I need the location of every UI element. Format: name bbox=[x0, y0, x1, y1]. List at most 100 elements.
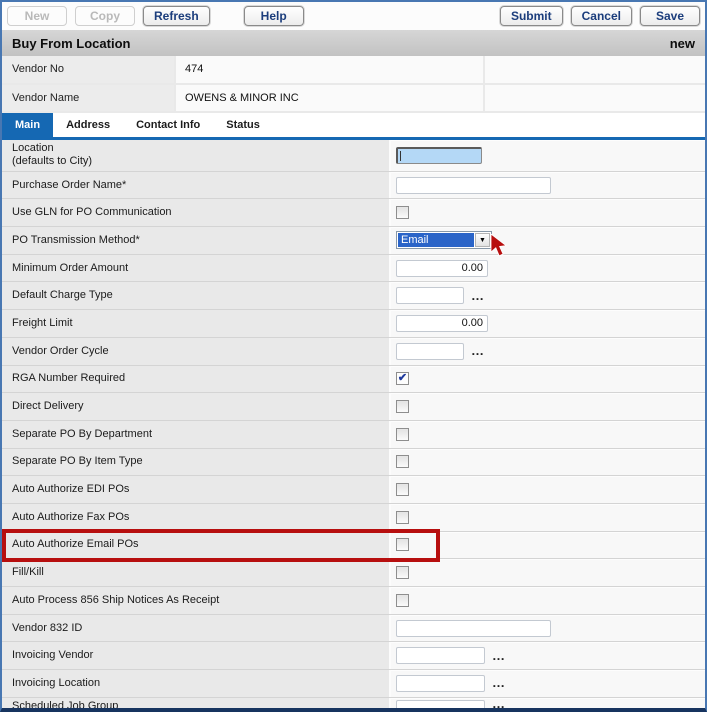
auto-process-856-ship-notices-as-receipt-checkbox[interactable] bbox=[396, 594, 409, 607]
vendor-row: Vendor No474 bbox=[2, 56, 705, 85]
dropdown-arrow-icon[interactable]: ▼ bbox=[475, 233, 490, 247]
form-row-fill-kill: Fill/Kill bbox=[2, 559, 705, 587]
form-row-minimum-order-amount: Minimum Order Amount 0.00 bbox=[2, 255, 705, 283]
invoicing-location-input[interactable] bbox=[396, 675, 485, 692]
field-label: Auto Authorize Email POs bbox=[2, 532, 391, 559]
scheduled-job-group-lookup-button[interactable]: … bbox=[492, 700, 506, 708]
separate-po-by-item-type-checkbox[interactable] bbox=[396, 455, 409, 468]
direct-delivery-checkbox[interactable] bbox=[396, 400, 409, 413]
vendor-name-label: Vendor Name bbox=[2, 85, 176, 112]
selected-option: Email bbox=[398, 233, 474, 247]
vendor-832-id-input[interactable] bbox=[396, 620, 551, 637]
page-header: Buy From Location new bbox=[2, 30, 705, 56]
field-label: Vendor 832 ID bbox=[2, 615, 391, 642]
form-row-default-charge-type: Default Charge Type … bbox=[2, 282, 705, 310]
tab-address[interactable]: Address bbox=[53, 113, 123, 137]
toolbar: New Copy Refresh Help Submit Cancel Save bbox=[2, 2, 705, 30]
fill-kill-checkbox[interactable] bbox=[396, 566, 409, 579]
default-charge-type-lookup-button[interactable]: … bbox=[471, 292, 485, 300]
field-label: Auto Process 856 Ship Notices As Receipt bbox=[2, 587, 391, 614]
form-row-po-transmission-method: PO Transmission Method* Email▼ bbox=[2, 227, 705, 255]
field-label: Invoicing Vendor bbox=[2, 642, 391, 669]
tab-contact-info[interactable]: Contact Info bbox=[123, 113, 213, 137]
field-label: Scheduled Job Group bbox=[2, 698, 391, 712]
form-row-vendor-832-id: Vendor 832 ID bbox=[2, 615, 705, 643]
form-row-auto-process-856-ship-notices-as-receipt: Auto Process 856 Ship Notices As Receipt bbox=[2, 587, 705, 615]
vendor-order-cycle-lookup-button[interactable]: … bbox=[471, 347, 485, 355]
checkmark-icon: ✔ bbox=[398, 371, 407, 384]
field-label: Invoicing Location bbox=[2, 670, 391, 697]
scheduled-job-group-input[interactable] bbox=[396, 700, 485, 712]
copy-button[interactable]: Copy bbox=[75, 6, 135, 26]
purchase-order-name-input[interactable] bbox=[396, 177, 551, 194]
freight-limit-input[interactable]: 0.00 bbox=[396, 315, 488, 332]
field-label: Location(defaults to City) bbox=[2, 140, 391, 171]
field-label: Minimum Order Amount bbox=[2, 255, 391, 282]
minimum-order-amount-input[interactable]: 0.00 bbox=[396, 260, 488, 277]
default-charge-type-input[interactable] bbox=[396, 287, 464, 304]
form-row-freight-limit: Freight Limit 0.00 bbox=[2, 310, 705, 338]
field-label: PO Transmission Method* bbox=[2, 227, 391, 254]
field-label: Vendor Order Cycle bbox=[2, 338, 391, 365]
auto-authorize-fax-pos-checkbox[interactable] bbox=[396, 511, 409, 524]
field-label: Freight Limit bbox=[2, 310, 391, 337]
field-label: Fill/Kill bbox=[2, 559, 391, 586]
form-row-direct-delivery: Direct Delivery bbox=[2, 393, 705, 421]
field-label: Use GLN for PO Communication bbox=[2, 199, 391, 226]
save-button[interactable]: Save bbox=[640, 6, 700, 26]
field-sublabel: (defaults to City) bbox=[12, 155, 389, 168]
refresh-button[interactable]: Refresh bbox=[143, 6, 210, 26]
location-input[interactable] bbox=[396, 147, 482, 164]
field-label: Separate PO By Department bbox=[2, 421, 391, 448]
vendor-order-cycle-input[interactable] bbox=[396, 343, 464, 360]
form-row-auto-authorize-fax-pos: Auto Authorize Fax POs bbox=[2, 504, 705, 532]
auto-authorize-edi-pos-checkbox[interactable] bbox=[396, 483, 409, 496]
form-row-vendor-order-cycle: Vendor Order Cycle … bbox=[2, 338, 705, 366]
form-row-use-gln-for-po-communication: Use GLN for PO Communication bbox=[2, 199, 705, 227]
form-row-scheduled-job-group: Scheduled Job Group … bbox=[2, 698, 705, 712]
help-button[interactable]: Help bbox=[244, 6, 304, 26]
field-label: Separate PO By Item Type bbox=[2, 449, 391, 476]
vendor-name-value: OWENS & MINOR INC bbox=[176, 85, 485, 112]
tab-bar: MainAddressContact InfoStatus bbox=[2, 113, 705, 137]
invoicing-vendor-input[interactable] bbox=[396, 647, 485, 664]
form-row-separate-po-by-department: Separate PO By Department bbox=[2, 421, 705, 449]
form-row-separate-po-by-item-type: Separate PO By Item Type bbox=[2, 449, 705, 477]
toolbar-left-group: New Copy Refresh Help bbox=[7, 6, 304, 26]
main-tab-form: Location(defaults to City)Purchase Order… bbox=[2, 140, 705, 712]
form-row-purchase-order-name: Purchase Order Name* bbox=[2, 172, 705, 200]
buy-from-location-window: New Copy Refresh Help Submit Cancel Save Buy … bbox=[0, 0, 707, 712]
invoicing-vendor-lookup-button[interactable]: … bbox=[492, 652, 506, 660]
field-label: Purchase Order Name* bbox=[2, 172, 391, 199]
vendor-summary-grid: Vendor No474Vendor NameOWENS & MINOR INC bbox=[2, 56, 705, 113]
use-gln-for-po-communication-checkbox[interactable] bbox=[396, 206, 409, 219]
tab-main[interactable]: Main bbox=[2, 113, 53, 137]
separate-po-by-department-checkbox[interactable] bbox=[396, 428, 409, 441]
toolbar-right-group: Submit Cancel Save bbox=[500, 6, 700, 26]
invoicing-location-lookup-button[interactable]: … bbox=[492, 679, 506, 687]
form-row-auto-authorize-edi-pos: Auto Authorize EDI POs bbox=[2, 476, 705, 504]
tab-status[interactable]: Status bbox=[213, 113, 273, 137]
po-transmission-method-select[interactable]: Email▼ bbox=[396, 231, 492, 249]
page-title: Buy From Location bbox=[12, 36, 130, 51]
form-row-auto-authorize-email-pos: Auto Authorize Email POs bbox=[2, 532, 705, 560]
form-row-invoicing-location: Invoicing Location … bbox=[2, 670, 705, 698]
field-label: Default Charge Type bbox=[2, 282, 391, 309]
auto-authorize-email-pos-checkbox[interactable] bbox=[396, 538, 409, 551]
vendor-no-value: 474 bbox=[176, 56, 485, 83]
vendor-row-extra-cell bbox=[485, 85, 705, 112]
new-button[interactable]: New bbox=[7, 6, 67, 26]
record-status-badge: new bbox=[670, 36, 695, 51]
field-label: Auto Authorize EDI POs bbox=[2, 476, 391, 503]
field-label: Auto Authorize Fax POs bbox=[2, 504, 391, 531]
vendor-no-label: Vendor No bbox=[2, 56, 176, 83]
form-row-rga-number-required: RGA Number Required ✔ bbox=[2, 366, 705, 394]
cancel-button[interactable]: Cancel bbox=[571, 6, 632, 26]
field-label: Direct Delivery bbox=[2, 393, 391, 420]
vendor-row-extra-cell bbox=[485, 56, 705, 83]
form-row-invoicing-vendor: Invoicing Vendor … bbox=[2, 642, 705, 670]
submit-button[interactable]: Submit bbox=[500, 6, 563, 26]
field-label: RGA Number Required bbox=[2, 366, 391, 393]
form-row-location: Location(defaults to City) bbox=[2, 140, 705, 172]
rga-number-required-checkbox[interactable]: ✔ bbox=[396, 372, 409, 385]
